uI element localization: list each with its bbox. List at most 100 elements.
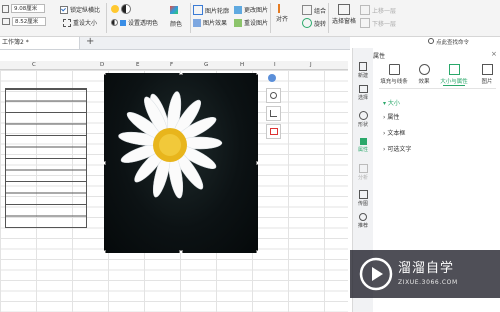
- tab-effect[interactable]: 效果: [409, 64, 439, 85]
- lock-ratio-checkbox[interactable]: [60, 5, 68, 14]
- send-down-button[interactable]: 下移一层: [360, 18, 396, 28]
- lock-ratio-toggle[interactable]: 锁定纵横比: [60, 5, 100, 14]
- col-j[interactable]: J: [310, 61, 312, 69]
- section-textbox[interactable]: › 文本框: [383, 128, 405, 137]
- reset-pic-button[interactable]: 重设图片: [234, 18, 268, 27]
- contrast-icon[interactable]: [121, 4, 131, 14]
- inserted-image[interactable]: [104, 73, 258, 253]
- workbook-tab[interactable]: 工作簿2 *: [0, 37, 80, 49]
- reset-size-button[interactable]: 重设大小: [63, 18, 97, 27]
- resize-handle-n[interactable]: [179, 73, 183, 75]
- pane-title: 属性: [373, 53, 386, 60]
- size-icon: [448, 64, 460, 75]
- daisy-flower: [118, 91, 223, 199]
- resize-handle-s[interactable]: [179, 250, 183, 253]
- divider: [270, 3, 271, 33]
- watermark-text: 溜溜自学: [398, 261, 455, 276]
- strip-upload[interactable]: 传图: [353, 190, 373, 207]
- change-pic-icon: [234, 5, 242, 14]
- select-icon: [358, 85, 368, 93]
- tab-size-property[interactable]: 大小与属性: [439, 64, 469, 86]
- brightness-icon[interactable]: [111, 5, 119, 13]
- height-spinner[interactable]: 9.08厘米: [11, 4, 45, 13]
- color-label-button[interactable]: 颜色: [170, 19, 182, 28]
- pane-tabs: 填充与线条 效果 大小与属性 图片: [379, 64, 500, 86]
- resize-handle-nw[interactable]: [104, 73, 106, 75]
- resize-handle-w[interactable]: [104, 161, 106, 165]
- divider: [190, 3, 191, 33]
- section-alt-text[interactable]: › 可选文字: [383, 144, 411, 153]
- select-pane-button[interactable]: 选择窗格: [332, 4, 356, 25]
- tab-picture[interactable]: 图片: [472, 64, 500, 85]
- section-size[interactable]: ▾ 大小: [383, 98, 400, 107]
- rotate-icon: [302, 18, 312, 28]
- effect-icon: [193, 18, 201, 27]
- command-search[interactable]: 点此查找命令: [428, 38, 469, 46]
- divider: [379, 88, 496, 89]
- group-button[interactable]: 组合: [302, 5, 326, 15]
- strip-new[interactable]: 新建: [353, 62, 373, 79]
- pic-effect-button[interactable]: 图片效果: [193, 18, 227, 27]
- height-icon: [2, 4, 9, 13]
- divider: [328, 3, 329, 33]
- color-button[interactable]: [170, 6, 178, 14]
- col-d[interactable]: D: [100, 61, 104, 69]
- color-icon: [170, 6, 178, 14]
- strip-analysis[interactable]: 分析: [353, 164, 373, 181]
- width-spinner[interactable]: 8.52厘米: [12, 17, 46, 26]
- reset-size-icon: [63, 18, 71, 27]
- height-group: 9.08厘米: [2, 4, 45, 13]
- strip-shape[interactable]: 形状: [353, 111, 373, 128]
- bring-up-icon: [360, 5, 370, 15]
- crop-image-icon[interactable]: [266, 106, 281, 121]
- set-transparent-button[interactable]: 设置透明色: [111, 18, 158, 27]
- new-icon: [359, 62, 367, 71]
- col-c[interactable]: C: [32, 61, 36, 69]
- recommend-icon: [359, 213, 367, 221]
- resize-handle-se[interactable]: [256, 250, 258, 253]
- change-pic-button[interactable]: 更改图片: [234, 5, 268, 14]
- fill-icon: [388, 64, 400, 75]
- column-header: C D E F G H I J: [0, 61, 348, 70]
- col-f[interactable]: F: [170, 61, 173, 69]
- close-icon[interactable]: ×: [491, 50, 497, 58]
- contrast-small-icon: [111, 19, 118, 26]
- reset-pic-icon: [234, 18, 242, 27]
- tab-fill-line[interactable]: 填充与线条: [379, 64, 409, 85]
- group-icon: [302, 5, 312, 15]
- col-h[interactable]: H: [240, 61, 244, 69]
- watermark-logo-icon: [359, 257, 393, 291]
- col-e[interactable]: E: [136, 61, 139, 69]
- bordered-table[interactable]: [5, 88, 87, 228]
- col-g[interactable]: G: [204, 61, 208, 69]
- resize-handle-e[interactable]: [256, 161, 258, 165]
- shape-icon: [358, 111, 368, 120]
- select-pane-icon: [338, 4, 350, 15]
- collapse-tools-icon[interactable]: [268, 74, 276, 82]
- analysis-icon: [358, 164, 368, 173]
- resize-handle-ne[interactable]: [256, 73, 258, 75]
- property-icon: [359, 138, 367, 145]
- strip-property[interactable]: 属性: [353, 138, 373, 153]
- width-icon: [2, 18, 10, 25]
- strip-recommend[interactable]: 推荐: [353, 213, 373, 229]
- section-property[interactable]: › 属性: [383, 112, 399, 121]
- align-button[interactable]: 对齐: [276, 4, 288, 23]
- width-group: 8.52厘米: [2, 17, 46, 26]
- strip-select[interactable]: 选择: [353, 85, 373, 101]
- workbook-tab-bar: 工作簿2 * +: [0, 36, 350, 50]
- bring-up-button[interactable]: 上移一层: [360, 5, 396, 15]
- add-tab-button[interactable]: +: [86, 36, 94, 47]
- image-effect-icon[interactable]: [266, 124, 281, 139]
- outline-icon: [193, 5, 203, 15]
- rotate-button[interactable]: 旋转: [302, 18, 326, 28]
- upload-icon: [358, 190, 368, 199]
- zoom-image-icon[interactable]: [266, 88, 281, 103]
- effect-tab-icon: [418, 64, 430, 75]
- align-icon: [277, 4, 287, 13]
- col-i[interactable]: I: [274, 61, 276, 69]
- resize-handle-sw[interactable]: [104, 250, 106, 253]
- watermark: 溜溜自学 ZIXUE.3066.COM: [350, 250, 500, 298]
- pic-outline-button[interactable]: 图片轮廓: [193, 5, 229, 15]
- watermark-url: ZIXUE.3066.COM: [398, 279, 458, 286]
